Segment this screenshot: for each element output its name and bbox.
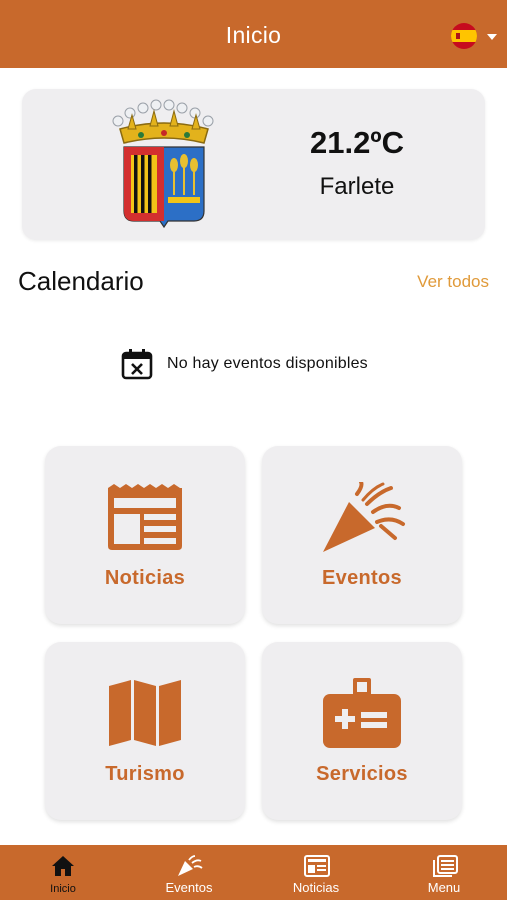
coat-of-arms-icon: [112, 99, 214, 229]
app-header: Inicio: [0, 0, 507, 68]
servicios-tile[interactable]: Servicios: [262, 642, 462, 820]
tab-noticias[interactable]: Noticias: [253, 845, 379, 900]
weather-card: 21.2ºC Farlete: [22, 89, 485, 240]
party-popper-icon: [323, 480, 405, 552]
tab-inicio-label: Inicio: [50, 883, 76, 895]
calendar-section-title: Calendario: [18, 266, 144, 296]
location-name: Farlete: [319, 173, 395, 200]
tab-eventos[interactable]: Eventos: [126, 845, 252, 900]
spain-flag-icon: [451, 23, 477, 49]
menu-book-icon: [433, 855, 458, 877]
servicios-label: Servicios: [316, 763, 408, 785]
eventos-tile[interactable]: Eventos: [262, 446, 462, 624]
tab-eventos-label: Eventos: [165, 880, 213, 895]
chevron-down-icon: [487, 34, 497, 40]
noticias-label: Noticias: [104, 567, 186, 589]
map-icon: [109, 680, 181, 746]
newspaper-icon: [108, 484, 182, 550]
temperature-value: 21.2ºC: [309, 125, 405, 160]
empty-events-message: No hay eventos disponibles: [167, 355, 368, 372]
eventos-label: Eventos: [322, 567, 402, 589]
party-popper-icon: [178, 855, 203, 876]
noticias-tile[interactable]: Noticias: [45, 446, 245, 624]
bottom-tab-bar: Inicio Eventos Noticias Menu: [0, 845, 507, 900]
newspaper-icon: [304, 855, 330, 877]
page-title: Inicio: [225, 22, 282, 48]
language-selector[interactable]: [449, 23, 499, 49]
turismo-label: Turismo: [105, 763, 185, 785]
calendar-remove-icon: [121, 349, 153, 380]
turismo-tile[interactable]: Turismo: [45, 642, 245, 820]
home-icon: [52, 856, 74, 876]
tab-menu[interactable]: Menu: [381, 845, 507, 900]
see-all-link[interactable]: Ver todos: [417, 272, 489, 292]
tab-menu-label: Menu: [427, 880, 461, 895]
first-aid-case-icon: [323, 678, 401, 748]
tab-inicio[interactable]: Inicio: [0, 845, 126, 900]
tab-noticias-label: Noticias: [292, 880, 340, 895]
